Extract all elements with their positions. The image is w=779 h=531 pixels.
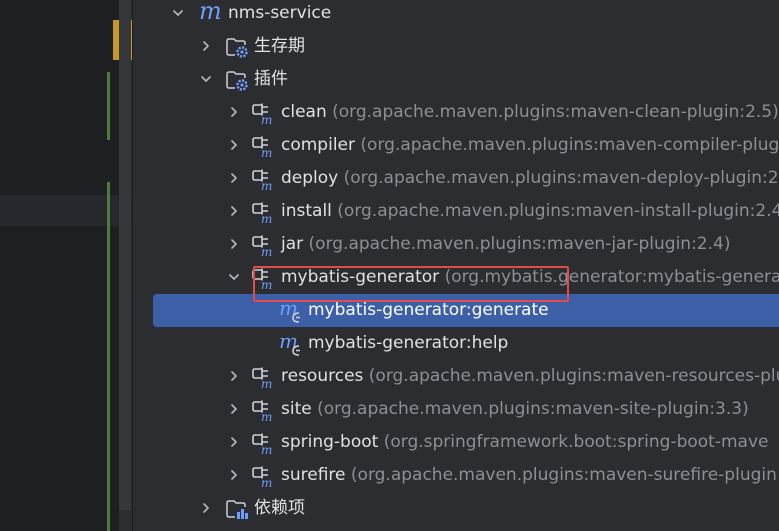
plugins-folder-label: 插件 bbox=[254, 69, 288, 89]
tree-row-lifecycle[interactable]: 生存期 bbox=[133, 30, 779, 63]
vcs-change-marker[interactable] bbox=[107, 72, 110, 140]
plugin-icon bbox=[251, 365, 275, 389]
plugin-coordinates: (org.apache.maven.plugins:maven-clean-pl… bbox=[332, 102, 779, 122]
plugin-label: deploy (org.apache.maven.plugins:maven-d… bbox=[281, 168, 779, 188]
chevron-down-icon[interactable] bbox=[229, 272, 239, 282]
chevron-right-icon[interactable] bbox=[229, 437, 239, 447]
dependencies-label: 依赖项 bbox=[254, 498, 305, 518]
editor-gutter bbox=[0, 0, 119, 531]
plugin-name: install bbox=[281, 201, 332, 221]
goal-label: mybatis-generator:help bbox=[308, 333, 509, 353]
maven-goal-icon bbox=[279, 332, 303, 356]
plugin-coordinates: (org.apache.maven.plugins:maven-surefire… bbox=[350, 465, 777, 485]
plugin-icon bbox=[251, 200, 275, 224]
module-name: nms-service bbox=[228, 3, 332, 23]
plugin-name: jar bbox=[281, 234, 304, 254]
plugin-icon bbox=[251, 134, 275, 158]
plugin-icon bbox=[251, 464, 275, 488]
plugin-label: site (org.apache.maven.plugins:maven-sit… bbox=[281, 399, 749, 419]
chevron-right-icon[interactable] bbox=[229, 404, 239, 414]
plugin-coordinates: (org.apache.maven.plugins:maven-install-… bbox=[337, 201, 779, 221]
plugin-label: clean (org.apache.maven.plugins:maven-cl… bbox=[281, 102, 779, 122]
plugin-label: jar (org.apache.maven.plugins:maven-jar-… bbox=[281, 234, 730, 254]
lifecycle-folder-icon bbox=[225, 35, 249, 59]
plugin-row-spring-boot[interactable]: spring-boot (org.springframework.boot:sp… bbox=[133, 426, 779, 459]
chevron-right-icon[interactable] bbox=[201, 41, 211, 51]
tree-row-plugins[interactable]: 插件 bbox=[133, 63, 779, 96]
plugin-icon bbox=[251, 431, 275, 455]
plugin-coordinates: (org.apache.maven.plugins:maven-resource… bbox=[368, 366, 779, 386]
plugin-label: install (org.apache.maven.plugins:maven-… bbox=[281, 201, 779, 221]
editor-current-line bbox=[0, 195, 132, 226]
maven-module-icon: m bbox=[199, 0, 222, 25]
chevron-right-icon[interactable] bbox=[229, 470, 239, 480]
plugin-row-install[interactable]: install (org.apache.maven.plugins:maven-… bbox=[133, 195, 779, 228]
chevron-right-icon[interactable] bbox=[229, 371, 239, 381]
chevron-right-icon[interactable] bbox=[201, 503, 211, 513]
plugin-coordinates: (org.apache.maven.plugins:maven-deploy-p… bbox=[343, 168, 779, 188]
plugin-label: spring-boot (org.springframework.boot:sp… bbox=[281, 432, 768, 452]
chevron-down-icon[interactable] bbox=[173, 8, 183, 18]
plugin-coordinates: (org.apache.maven.plugins:maven-compiler… bbox=[360, 135, 779, 155]
plugin-icon bbox=[251, 233, 275, 257]
maven-goal-icon bbox=[279, 299, 303, 323]
plugin-row-deploy[interactable]: deploy (org.apache.maven.plugins:maven-d… bbox=[133, 162, 779, 195]
plugin-coordinates: (org.apache.maven.plugins:maven-site-plu… bbox=[317, 399, 749, 419]
plugin-icon bbox=[251, 398, 275, 422]
chevron-right-icon[interactable] bbox=[229, 239, 239, 249]
lifecycle-label: 生存期 bbox=[254, 36, 305, 56]
plugin-name: resources bbox=[281, 366, 364, 386]
plugin-name: surefire bbox=[281, 465, 346, 485]
chevron-right-icon[interactable] bbox=[229, 140, 239, 150]
plugin-label: compiler (org.apache.maven.plugins:maven… bbox=[281, 135, 779, 155]
plugin-row-site[interactable]: site (org.apache.maven.plugins:maven-sit… bbox=[133, 393, 779, 426]
plugin-coordinates: (org.springframework.boot:spring-boot-ma… bbox=[383, 432, 769, 452]
tree-row-dependencies[interactable]: 依赖项 bbox=[133, 492, 779, 525]
tree-row-module[interactable]: m nms-service bbox=[133, 0, 779, 30]
plugin-row-surefire[interactable]: surefire (org.apache.maven.plugins:maven… bbox=[133, 459, 779, 492]
chevron-right-icon[interactable] bbox=[229, 206, 239, 216]
plugin-row-clean[interactable]: clean (org.apache.maven.plugins:maven-cl… bbox=[133, 96, 779, 129]
plugin-name: compiler bbox=[281, 135, 355, 155]
editor-scrollbar[interactable] bbox=[119, 0, 131, 510]
plugin-row-resources[interactable]: resources (org.apache.maven.plugins:mave… bbox=[133, 360, 779, 393]
plugin-name: clean bbox=[281, 102, 327, 122]
plugin-row-jar[interactable]: jar (org.apache.maven.plugins:maven-jar-… bbox=[133, 228, 779, 261]
plugin-label: resources (org.apache.maven.plugins:mave… bbox=[281, 366, 779, 386]
vcs-change-marker[interactable] bbox=[107, 182, 110, 531]
dependencies-folder-icon bbox=[225, 497, 249, 521]
plugin-icon bbox=[251, 101, 275, 125]
chevron-right-icon[interactable] bbox=[229, 173, 239, 183]
plugin-name: deploy bbox=[281, 168, 339, 188]
goal-label: mybatis-generator:generate bbox=[308, 300, 549, 320]
plugin-coordinates: (org.apache.maven.plugins:maven-jar-plug… bbox=[308, 234, 731, 254]
chevron-down-icon[interactable] bbox=[201, 74, 211, 84]
chevron-right-icon[interactable] bbox=[229, 107, 239, 117]
goal-row-help[interactable]: mybatis-generator:help bbox=[133, 327, 779, 360]
plugins-folder-icon bbox=[225, 68, 249, 92]
plugin-label: surefire (org.apache.maven.plugins:maven… bbox=[281, 465, 777, 485]
plugin-row-compiler[interactable]: compiler (org.apache.maven.plugins:maven… bbox=[133, 129, 779, 162]
maven-tree: m nms-service 生存期 插件 clean (org.apache.m… bbox=[133, 0, 779, 531]
plugin-icon bbox=[251, 167, 275, 191]
highlight-annotation-box bbox=[253, 266, 569, 302]
plugin-name: spring-boot bbox=[281, 432, 379, 452]
plugin-name: site bbox=[281, 399, 312, 419]
